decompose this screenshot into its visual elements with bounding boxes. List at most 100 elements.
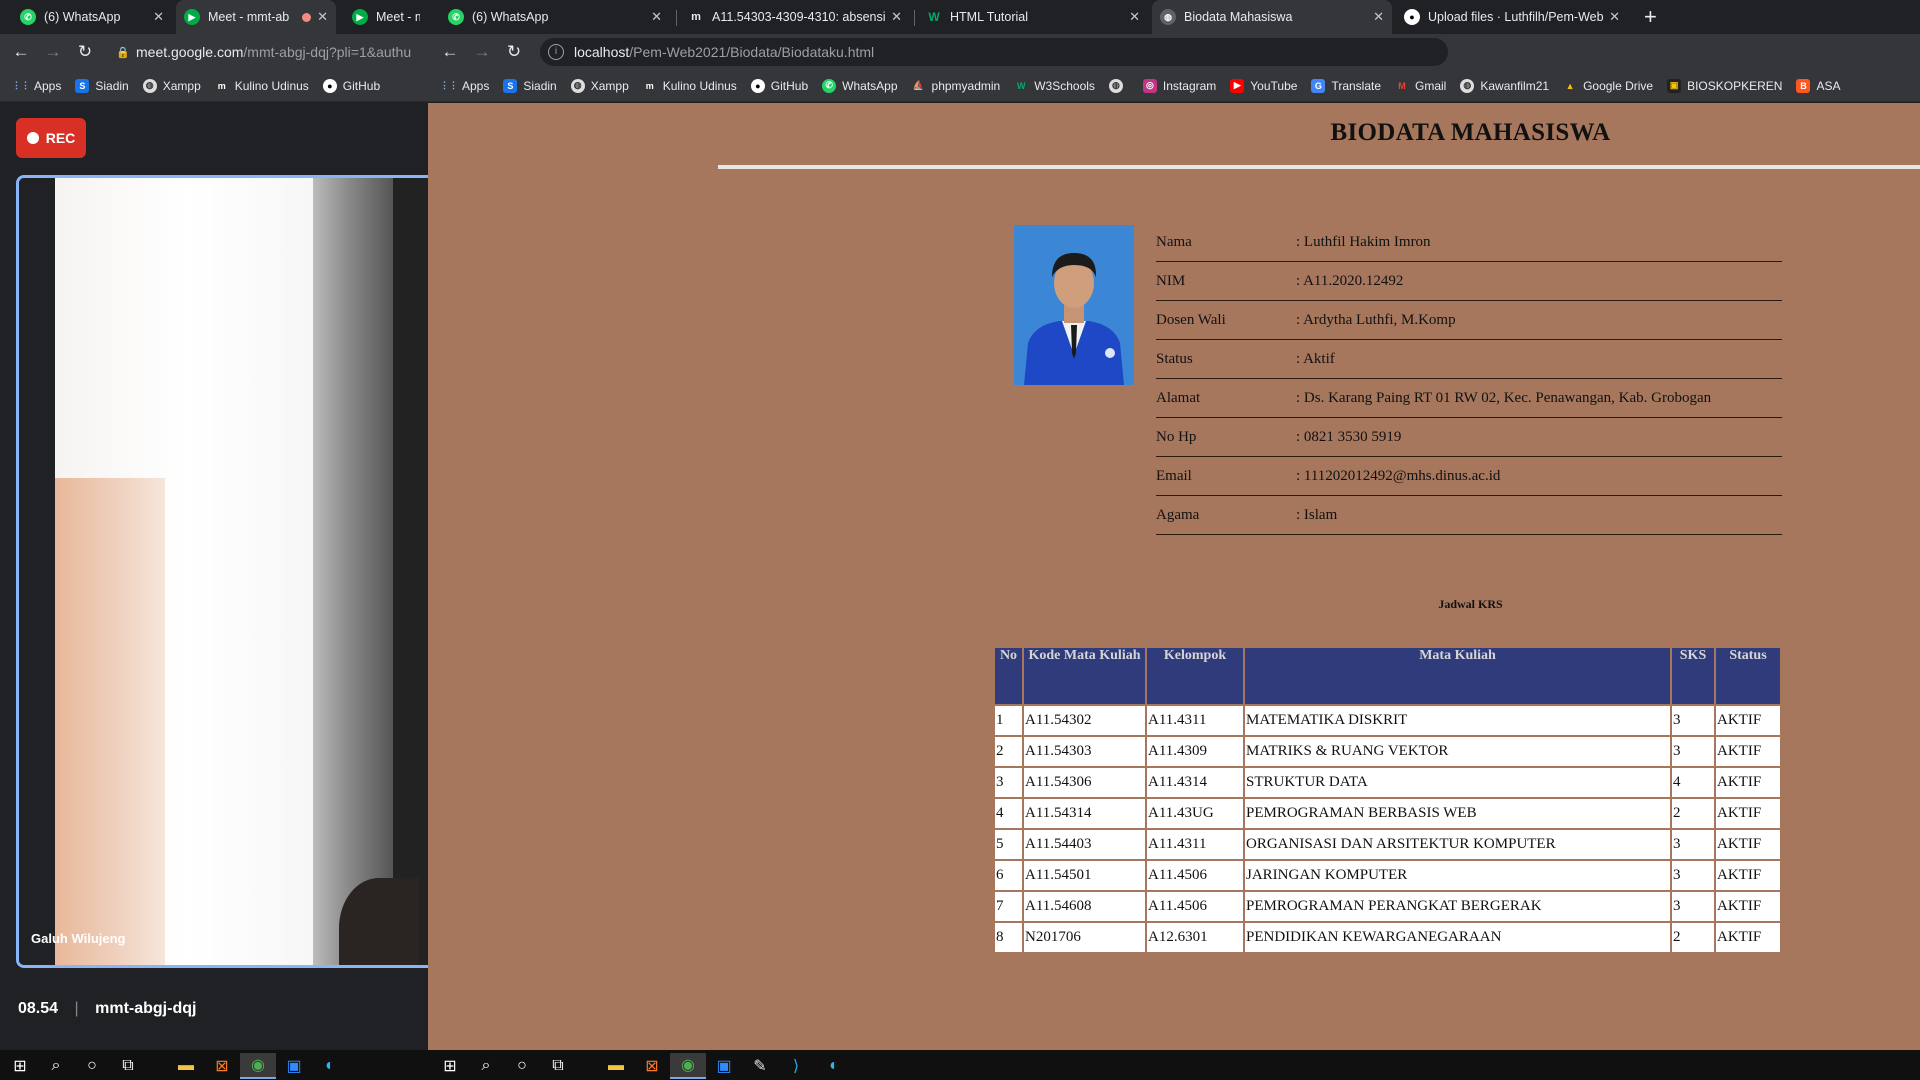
edge-icon[interactable]: ◐: [312, 1053, 348, 1079]
bookmark-apps[interactable]: ⋮⋮ Apps: [12, 79, 61, 93]
bookmark-youtube[interactable]: ▶ YouTube: [1230, 78, 1297, 93]
cortana-icon[interactable]: ○: [504, 1053, 540, 1079]
bookmark-xampp[interactable]: ◍ Xampp: [142, 78, 201, 93]
search-icon[interactable]: ⌕: [468, 1053, 504, 1079]
w3schools-icon: W: [928, 10, 940, 24]
bio-value: : 111202012492@mhs.dinus.ac.id: [1296, 456, 1782, 496]
cell-mata-kuliah: STRUKTUR DATA: [1245, 768, 1670, 797]
cell-kelompok: A11.4311: [1147, 830, 1243, 859]
xampp-icon[interactable]: ⊠: [634, 1053, 670, 1079]
back-button[interactable]: ←: [11, 42, 31, 62]
back-button[interactable]: ←: [440, 42, 460, 62]
cell-sks: 3: [1672, 706, 1714, 735]
bookmark-github[interactable]: ● GitHub: [750, 78, 808, 93]
bookmark-whatsapp[interactable]: ✆ WhatsApp: [822, 78, 898, 93]
bookmark-instagram[interactable]: ◎ Instagram: [1142, 78, 1216, 93]
close-icon[interactable]: ✕: [1373, 9, 1384, 25]
github-icon: ●: [1404, 9, 1420, 25]
apps-grid-icon: ⋮⋮: [12, 80, 30, 90]
windows-start-icon[interactable]: ⊞: [2, 1053, 38, 1079]
cell-kode: A11.54314: [1024, 799, 1145, 828]
forward-button[interactable]: →: [43, 42, 63, 62]
tab-biodata-active[interactable]: ◍ Biodata Mahasiswa ✕: [1152, 0, 1392, 34]
cell-kelompok: A11.43UG: [1147, 799, 1243, 828]
zoom-icon[interactable]: ▣: [276, 1053, 312, 1079]
cell-mata-kuliah: JARINGAN KOMPUTER: [1245, 861, 1670, 890]
bookmark-xampp[interactable]: ◍ Xampp: [570, 78, 629, 93]
reload-button[interactable]: ↻: [75, 42, 95, 62]
bookmark-asa[interactable]: B ASA: [1796, 78, 1840, 93]
close-icon[interactable]: ✕: [153, 9, 164, 25]
chrome-icon[interactable]: ◉: [240, 1053, 276, 1079]
task-view-icon[interactable]: ⧉: [110, 1053, 146, 1079]
cell-sks: 3: [1672, 861, 1714, 890]
cell-no: 1: [995, 706, 1022, 735]
bookmark-google-drive[interactable]: ▲ Google Drive: [1563, 79, 1654, 93]
cell-kelompok: A11.4314: [1147, 768, 1243, 797]
bookmark-siadin[interactable]: S Siadin: [75, 78, 129, 93]
cell-status: AKTIF: [1716, 861, 1780, 890]
tab-separator: [676, 10, 677, 26]
cell-sks: 3: [1672, 737, 1714, 766]
paint-icon[interactable]: ✎: [742, 1053, 778, 1079]
close-icon[interactable]: ✕: [891, 9, 902, 25]
bookmark-kawanfilm21[interactable]: ◍ Kawanfilm21: [1460, 78, 1549, 93]
cell-kelompok: A11.4311: [1147, 706, 1243, 735]
bookmark-bioskopkeren[interactable]: ▣ BIOSKOPKEREN: [1667, 78, 1782, 93]
new-tab-button[interactable]: +: [1644, 4, 1657, 30]
bookmark-github[interactable]: ● GitHub: [322, 78, 380, 93]
participant-video[interactable]: Galuh Wilujeng: [16, 175, 428, 968]
tab-whatsapp-right[interactable]: ✆ (6) WhatsApp ✕: [440, 0, 670, 34]
bookmark-phpmyadmin[interactable]: ⛵ phpmyadmin: [912, 79, 1000, 93]
close-icon[interactable]: ✕: [1129, 9, 1140, 25]
bookmark-apps[interactable]: ⋮⋮ Apps: [440, 79, 489, 93]
krs-row: 8 N201706 A12.6301 PENDIDIKAN KEWARGANEGARA…: [995, 923, 1780, 952]
bio-key: Alamat: [1156, 378, 1296, 418]
bookmark-kulino[interactable]: m Kulino Udinus: [643, 79, 737, 93]
bookmark-gmail[interactable]: M Gmail: [1395, 79, 1446, 93]
bookmark-globe[interactable]: ◍: [1108, 78, 1129, 93]
bookmark-kulino[interactable]: m Kulino Udinus: [215, 79, 309, 93]
bio-row: Alamat: Ds. Karang Paing RT 01 RW 02, Ke…: [1156, 378, 1782, 418]
cortana-icon[interactable]: ○: [74, 1053, 110, 1079]
close-icon[interactable]: ✕: [651, 9, 662, 25]
right-address-bar[interactable]: i localhost/Pem-Web2021/Biodata/Biodatak…: [540, 38, 1448, 66]
cell-kode: A11.54501: [1024, 861, 1145, 890]
info-icon[interactable]: i: [548, 44, 564, 60]
bio-key: Email: [1156, 456, 1296, 496]
search-icon[interactable]: ⌕: [38, 1053, 74, 1079]
xampp-icon[interactable]: ⊠: [204, 1053, 240, 1079]
tab-whatsapp-left[interactable]: ✆ (6) WhatsApp ✕: [12, 0, 172, 34]
tab-label: A11.54303-4309-4310: absensi p: [712, 10, 886, 24]
forward-button[interactable]: →: [472, 42, 492, 62]
bio-key: Status: [1156, 339, 1296, 379]
tab-label: (6) WhatsApp: [44, 10, 121, 24]
zoom-icon[interactable]: ▣: [706, 1053, 742, 1079]
close-icon[interactable]: ✕: [317, 9, 328, 25]
bookmark-w3schools[interactable]: W W3Schools: [1014, 79, 1095, 93]
file-explorer-icon[interactable]: ▬: [598, 1053, 634, 1079]
bookmark-siadin[interactable]: S Siadin: [503, 78, 557, 93]
tab-label: Biodata Mahasiswa: [1184, 10, 1293, 24]
file-explorer-icon[interactable]: ▬: [168, 1053, 204, 1079]
col-header-mata-kuliah: Mata Kuliah: [1245, 648, 1670, 704]
left-address-bar[interactable]: 🔒 meet.google.com/mmt-abgj-dqj?pli=1&aut…: [112, 38, 428, 66]
tab-meet-active[interactable]: ▶ Meet - mmt-ab ✕: [176, 0, 336, 34]
tab-html-tutorial[interactable]: W HTML Tutorial ✕: [918, 0, 1148, 34]
reload-button[interactable]: ↻: [504, 42, 524, 62]
bio-value: : Aktif: [1296, 339, 1782, 379]
rec-label: REC: [45, 130, 76, 146]
tab-strip: ✆ (6) WhatsApp ✕ ▶ Meet - mmt-ab ✕ ▶ Mee…: [0, 0, 1920, 34]
tab-meet-2[interactable]: ▶ Meet - mm: [344, 0, 428, 34]
edge-icon[interactable]: ◐: [816, 1053, 852, 1079]
tab-github-upload[interactable]: ● Upload files · Luthfilh/Pem-Web2 ✕: [1396, 0, 1628, 34]
chrome-icon[interactable]: ◉: [670, 1053, 706, 1079]
tab-kulino[interactable]: m A11.54303-4309-4310: absensi p ✕: [680, 0, 910, 34]
meeting-time: 08.54: [18, 1000, 59, 1017]
close-icon[interactable]: ✕: [1609, 9, 1620, 25]
bio-row: Agama: Islam: [1156, 495, 1782, 535]
windows-start-icon[interactable]: ⊞: [432, 1053, 468, 1079]
bookmark-translate[interactable]: G Translate: [1311, 78, 1381, 93]
task-view-icon[interactable]: ⧉: [540, 1053, 576, 1079]
vscode-icon[interactable]: ⟩: [778, 1053, 814, 1079]
